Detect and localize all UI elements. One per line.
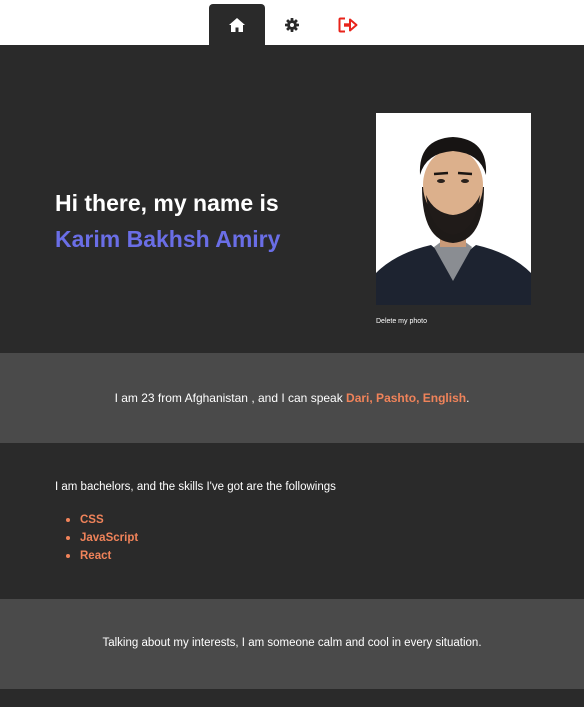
about-text-before: I am 23 from Afghanistan , and I can spe… (114, 391, 347, 405)
nav-tab-settings[interactable] (265, 4, 319, 45)
footer (0, 689, 584, 707)
interests-section: Talking about my interests, I am someone… (0, 599, 584, 689)
list-item: CSS (66, 511, 138, 529)
delete-photo-link[interactable]: Delete my photo (376, 318, 427, 325)
skills-section: I am bachelors, and the skills I've got … (0, 443, 584, 599)
hero-name: Karim Bakhsh Amiry (55, 226, 281, 252)
nav-tab-logout[interactable] (319, 4, 377, 45)
sign-out-icon (338, 17, 358, 32)
about-text: I am 23 from Afghanistan , and I can spe… (0, 391, 584, 405)
list-item: JavaScript (66, 529, 138, 547)
gear-icon (285, 17, 299, 32)
about-section: I am 23 from Afghanistan , and I can spe… (0, 353, 584, 443)
hero-section: Hi there, my name is Karim Bakhsh Amiry … (0, 45, 584, 353)
nav-tab-home[interactable] (209, 4, 265, 45)
languages-highlight: Dari, Pashto, English (346, 391, 467, 405)
top-navigation (0, 0, 584, 45)
skills-list: CSS JavaScript React (66, 511, 138, 565)
skills-intro: I am bachelors, and the skills I've got … (55, 481, 336, 493)
list-item: React (66, 547, 138, 565)
interests-text: Talking about my interests, I am someone… (102, 637, 482, 649)
hero-greeting: Hi there, my name is (55, 190, 279, 216)
about-text-after: . (466, 391, 470, 405)
home-icon (229, 17, 245, 32)
profile-photo (376, 113, 531, 305)
hero-heading: Hi there, my name is Karim Bakhsh Amiry (55, 185, 280, 257)
profile-photo-illustration (376, 113, 531, 305)
